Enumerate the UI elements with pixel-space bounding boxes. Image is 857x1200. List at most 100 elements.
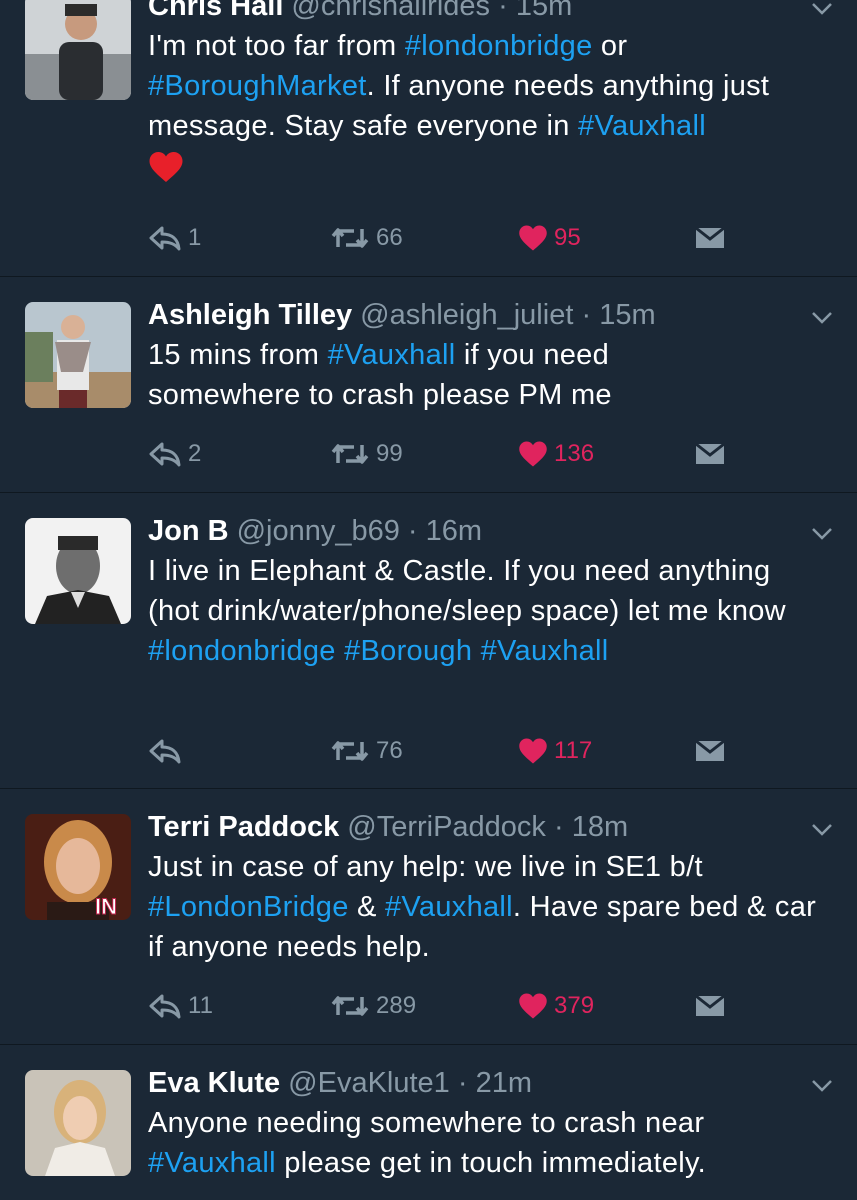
chevron-down-icon[interactable] [809,305,835,331]
hashtag[interactable]: #Vauxhall [328,339,456,371]
timeline: Chris Hall @chrishallrides · 15m I'm not … [0,0,857,1200]
avatar[interactable] [25,1070,131,1176]
heart-icon [519,225,547,251]
username[interactable]: @ashleigh_juliet [360,299,573,331]
retweet-button[interactable]: 289 [330,986,416,1026]
avatar[interactable]: IN [25,814,131,920]
hashtag[interactable]: #londonbridge [148,635,336,667]
tweet-header: Ashleigh Tilley @ashleigh_juliet · 15m [148,295,827,335]
tweet[interactable]: Eva Klute @EvaKlute1 · 21m Anyone needing… [0,1045,857,1200]
hashtag[interactable]: #BoroughMarket [148,70,367,102]
reply-button[interactable] [148,731,188,771]
direct-message-icon [695,994,725,1016]
avatar[interactable] [25,302,131,408]
separator: · [457,1067,468,1099]
reply-button[interactable]: 11 [148,986,213,1026]
like-button[interactable]: 95 [518,218,581,258]
timestamp[interactable]: 16m [426,515,482,547]
retweet-count: 66 [376,224,403,251]
heart-icon [519,738,547,764]
username[interactable]: @jonny_b69 [237,515,400,547]
retweet-count: 76 [376,737,403,764]
timestamp[interactable]: 21m [476,1067,532,1099]
like-button[interactable]: 379 [518,986,594,1026]
retweet-icon [331,741,369,761]
tweet[interactable]: Ashleigh Tilley @ashleigh_juliet · 15m 15… [0,277,857,493]
display-name[interactable]: Eva Klute [148,1067,280,1099]
hashtag[interactable]: #londonbridge [405,30,593,62]
tweet-text: I'm not too far from #londonbridge or #B… [148,30,770,142]
retweet-button[interactable]: 99 [330,434,403,474]
display-name[interactable]: Ashleigh Tilley [148,299,352,331]
reply-button[interactable]: 1 [148,218,201,258]
tweet-text: 15 mins from #Vauxhall if you need somew… [148,339,612,411]
reply-button[interactable]: 2 [148,434,201,474]
reply-icon [149,739,181,764]
direct-message-icon [695,226,725,248]
tweet[interactable]: Chris Hall @chrishallrides · 15m I'm not … [0,0,857,277]
hashtag[interactable]: #Vauxhall [148,1147,276,1179]
hashtag[interactable]: #Vauxhall [481,635,609,667]
retweet-icon [331,996,369,1016]
like-count: 379 [554,992,595,1019]
username[interactable]: @TerriPaddock [347,811,546,843]
display-name[interactable]: Chris Hall [148,0,283,22]
avatar[interactable] [25,0,131,100]
tweet-header: Terri Paddock @TerriPaddock · 18m [148,807,827,847]
timestamp[interactable]: 15m [599,299,655,331]
retweet-count: 99 [376,440,403,467]
heart-emoji-icon [148,150,827,189]
retweet-button[interactable]: 66 [330,218,403,258]
separator: · [407,515,418,547]
separator: · [581,299,592,331]
heart-icon [519,441,547,467]
heart-icon [519,993,547,1019]
direct-message-icon [695,739,725,761]
hashtag[interactable]: #LondonBridge [148,891,349,923]
like-button[interactable]: 117 [518,731,592,771]
reply-icon [149,442,181,467]
reply-count: 2 [188,440,202,467]
tweet-actions: 1 66 95 [148,218,788,258]
avatar[interactable] [25,518,131,624]
tweet-text: Just in case of any help: we live in SE1… [148,851,817,963]
tweet[interactable]: Jon B @jonny_b69 · 16m I live in Elephant… [0,493,857,789]
tweet-actions: 76 117 [148,731,788,771]
retweet-button[interactable]: 76 [330,731,403,771]
chevron-down-icon[interactable] [809,0,835,22]
avatar-badge: IN [95,894,117,919]
like-button[interactable]: 136 [518,434,594,474]
timestamp[interactable]: 18m [572,811,628,843]
reply-count: 1 [188,224,202,251]
username[interactable]: @chrishallrides [291,0,490,22]
like-count: 95 [554,224,581,251]
chevron-down-icon[interactable] [809,521,835,547]
display-name[interactable]: Jon B [148,515,229,547]
tweet[interactable]: IN Terri Paddock @TerriPaddock · 18m Just… [0,789,857,1045]
retweet-icon [331,444,369,464]
chevron-down-icon[interactable] [809,817,835,843]
direct-message-button[interactable] [694,731,726,771]
tweet-text: I live in Elephant & Castle. If you need… [148,555,786,667]
retweet-count: 289 [376,992,417,1019]
display-name[interactable]: Terri Paddock [148,811,339,843]
hashtag[interactable]: #Vauxhall [578,110,706,142]
tweet-actions: 2 99 136 [148,434,788,474]
direct-message-button[interactable] [694,218,726,258]
hashtag[interactable]: #Vauxhall [385,891,513,923]
tweet-header: Jon B @jonny_b69 · 16m [148,511,827,551]
separator: · [554,811,564,843]
username[interactable]: @EvaKlute1 [288,1067,450,1099]
separator: · [498,0,508,22]
hashtag[interactable]: #Borough [344,635,472,667]
tweet-text: Anyone needing somewhere to crash near #… [148,1107,707,1179]
timestamp[interactable]: 15m [516,0,572,22]
direct-message-icon [695,442,725,464]
direct-message-button[interactable] [694,434,726,474]
reply-icon [149,994,181,1019]
retweet-icon [331,228,369,248]
tweet-actions: 11 289 379 [148,986,788,1026]
chevron-down-icon[interactable] [809,1073,835,1099]
reply-icon [149,226,181,251]
direct-message-button[interactable] [694,986,726,1026]
